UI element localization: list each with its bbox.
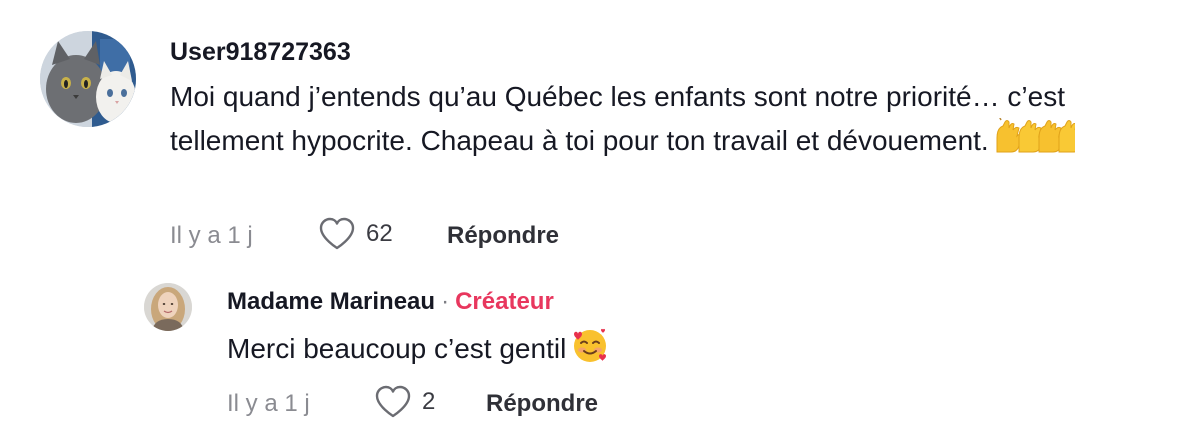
username[interactable]: Madame Marineau	[227, 288, 435, 315]
like-count: 62	[366, 220, 393, 247]
avatar[interactable]	[40, 31, 136, 127]
cats-avatar-image	[40, 31, 136, 127]
comment-item: User918727363 Moi quand j’entends qu’au …	[0, 0, 1200, 270]
comment-text: Moi quand j’entends qu’au Québec les enf…	[170, 76, 1170, 166]
smiling-face-with-hearts-icon	[570, 326, 610, 378]
like-count: 2	[422, 388, 436, 415]
comment-text: Merci beaucoup c’est gentil	[227, 326, 1127, 378]
like-button[interactable]: 2	[374, 385, 435, 419]
like-button[interactable]: 62	[318, 217, 393, 251]
raising-hands-icon	[991, 114, 1086, 166]
comment-text-body: Moi quand j’entends qu’au Québec les enf…	[170, 81, 1065, 156]
heart-icon	[375, 385, 411, 418]
separator-dot: ·	[441, 288, 450, 315]
comment-text-body: Merci beaucoup c’est gentil	[227, 333, 567, 364]
username[interactable]: User918727363	[170, 38, 351, 67]
reply-button[interactable]: Répondre	[447, 222, 559, 250]
comment-timestamp: Il y a 1 j	[170, 222, 253, 249]
reply-header: Madame Marineau · Créateur	[227, 288, 554, 316]
heart-icon	[319, 217, 355, 250]
avatar[interactable]	[144, 283, 192, 331]
creator-badge: Créateur	[455, 288, 554, 315]
reply-button[interactable]: Répondre	[486, 390, 598, 418]
woman-avatar-image	[144, 283, 192, 331]
comment-timestamp: Il y a 1 j	[227, 390, 310, 417]
